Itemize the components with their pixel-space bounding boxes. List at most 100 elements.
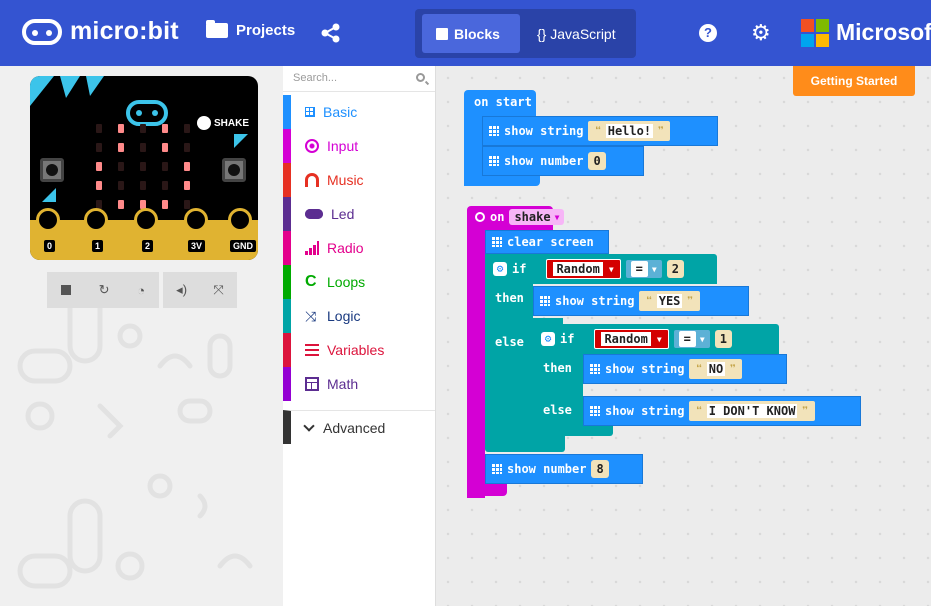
projects-label: Projects	[236, 22, 296, 39]
cond-value-2[interactable]: 2	[666, 260, 684, 278]
folder-icon	[206, 20, 228, 38]
show-number-label: show number	[504, 154, 584, 168]
getting-started-button[interactable]: Getting Started	[793, 66, 915, 96]
led-r1-c4	[184, 143, 190, 152]
eq-label: =	[678, 331, 696, 347]
javascript-label: {} JavaScript	[537, 25, 616, 42]
led-r3-c4	[184, 181, 190, 190]
led-r0-c1	[118, 124, 124, 133]
show-string-block[interactable]: show string ❝ Hello! ❞	[482, 116, 718, 146]
dropdown-arrow-icon: ▼	[699, 334, 705, 344]
brand-name: micro:bit	[70, 17, 179, 45]
category-led[interactable]: Led	[283, 197, 435, 231]
microsoft-logo-icon[interactable]	[801, 19, 829, 47]
fullscreen-icon[interactable]: ⤧	[213, 282, 223, 298]
board-face-logo	[126, 100, 168, 126]
pin-label-0: 0	[44, 240, 56, 252]
pin-2[interactable]	[134, 208, 158, 232]
mute-icon[interactable]: ◂)	[176, 282, 187, 298]
show-string-dont-know-block[interactable]: show string ❝ I DON'T KNOW ❞	[583, 396, 861, 426]
cond-value-1[interactable]: 1	[714, 330, 732, 348]
equals-operator-1[interactable]: = ▼	[625, 260, 662, 278]
sim-controls-group: ↻ ◔	[47, 272, 159, 308]
category-variables[interactable]: Variables	[283, 333, 435, 367]
if-block-2[interactable]: ⚙ if Random ▼ = ▼ 1	[535, 328, 738, 350]
category-math[interactable]: Math	[283, 367, 435, 401]
gear-icon[interactable]: ⚙	[751, 22, 771, 44]
category-label: Loops	[327, 274, 366, 290]
show-string-yes-block[interactable]: show string ❝ YES ❞	[533, 286, 749, 316]
random-var-1[interactable]: Random ▼	[546, 259, 621, 279]
clear-screen-block[interactable]: clear screen	[485, 230, 609, 254]
then-label-1: then	[495, 291, 524, 305]
javascript-tab[interactable]: {} JavaScript	[523, 14, 631, 53]
shake-label: SHAKE	[214, 117, 250, 129]
on-start-block[interactable]: on start show string ❝ Hello! ❞ show numbe…	[464, 90, 734, 186]
show-number-block[interactable]: show number 0	[482, 146, 644, 176]
toolbox: Search... Basic Input Music Led Radio C …	[283, 66, 436, 606]
blocks-workspace[interactable]: Getting Started on start show string ❝ He…	[436, 66, 931, 606]
equals-operator-2[interactable]: = ▼	[673, 330, 710, 348]
slowmo-icon[interactable]: ◔	[137, 283, 145, 298]
button-a[interactable]	[40, 158, 64, 182]
stop-icon[interactable]	[60, 285, 71, 295]
button-b[interactable]	[222, 158, 246, 182]
led-r4-c4	[184, 200, 190, 209]
microbit-logo[interactable]: micro:bit	[22, 17, 179, 46]
if-block-1[interactable]: ⚙ if Random ▼ = ▼ 2	[487, 258, 690, 280]
random-var-2[interactable]: Random ▼	[594, 329, 669, 349]
projects-button[interactable]: Projects	[206, 20, 296, 39]
category-label: Input	[327, 138, 359, 154]
number-value-8[interactable]: 8	[591, 460, 609, 478]
grid-icon	[489, 156, 499, 166]
show-string-label: show string	[605, 362, 685, 376]
chevron-down-icon	[303, 419, 315, 432]
headphones-icon	[305, 173, 319, 187]
category-logic[interactable]: ⤨ Logic	[283, 299, 435, 333]
led-r1-c2	[140, 143, 146, 152]
string-value-yes[interactable]: ❝ YES ❞	[639, 291, 700, 311]
edge-connector: 0 1 2 3V GND	[30, 208, 258, 260]
led-r0-c3	[162, 124, 168, 133]
on-shake-block[interactable]: on shake ▼ clear screen ⚙ if Random ▼ = ▼ …	[467, 206, 867, 498]
dont-know-text: I DON'T KNOW	[706, 404, 798, 418]
if-settings-icon[interactable]: ⚙	[541, 332, 555, 346]
show-number-8-block[interactable]: show number 8	[485, 454, 643, 484]
microsoft-label[interactable]: Microsoft	[836, 19, 931, 46]
show-string-label: show string	[555, 294, 635, 308]
string-value-dont-know[interactable]: ❝ I DON'T KNOW ❞	[689, 401, 815, 421]
category-advanced[interactable]: Advanced	[283, 410, 435, 444]
string-value-no[interactable]: ❝ NO ❞	[689, 359, 743, 379]
pin-1[interactable]	[84, 208, 108, 232]
search-icon[interactable]	[416, 73, 425, 82]
pin-gnd[interactable]	[228, 208, 252, 232]
microbit-board[interactable]: SHAKE 0 1 2 3V GND	[30, 76, 258, 260]
if-settings-icon[interactable]: ⚙	[493, 262, 507, 276]
signal-bars-icon	[305, 241, 319, 255]
pin-3v[interactable]	[184, 208, 208, 232]
share-icon[interactable]	[320, 22, 342, 44]
category-label: Math	[327, 376, 359, 392]
show-number-label: show number	[507, 462, 587, 476]
category-loops[interactable]: C Loops	[283, 265, 435, 299]
led-r3-c1	[118, 181, 124, 190]
category-radio[interactable]: Radio	[283, 231, 435, 265]
simulator-toolbar: ↻ ◔ ◂) ⤧	[47, 272, 237, 308]
shake-dropdown[interactable]: shake ▼	[509, 209, 565, 225]
show-string-no-block[interactable]: show string ❝ NO ❞	[583, 354, 787, 384]
button-b-marker-icon	[234, 134, 248, 148]
search-input[interactable]: Search...	[283, 66, 435, 92]
category-music[interactable]: Music	[283, 163, 435, 197]
pin-0[interactable]	[36, 208, 60, 232]
show-string-label: show string	[605, 404, 685, 418]
help-icon[interactable]: ?	[699, 24, 717, 42]
restart-icon[interactable]: ↻	[99, 282, 110, 298]
category-basic[interactable]: Basic	[283, 95, 435, 129]
number-value-0[interactable]: 0	[588, 152, 606, 170]
category-label: Variables	[327, 342, 385, 358]
led-r1-c1	[118, 143, 124, 152]
shake-button[interactable]: SHAKE	[197, 116, 249, 130]
string-value-hello[interactable]: ❝ Hello! ❞	[588, 121, 671, 141]
blocks-tab[interactable]: Blocks	[422, 14, 520, 53]
category-input[interactable]: Input	[283, 129, 435, 163]
